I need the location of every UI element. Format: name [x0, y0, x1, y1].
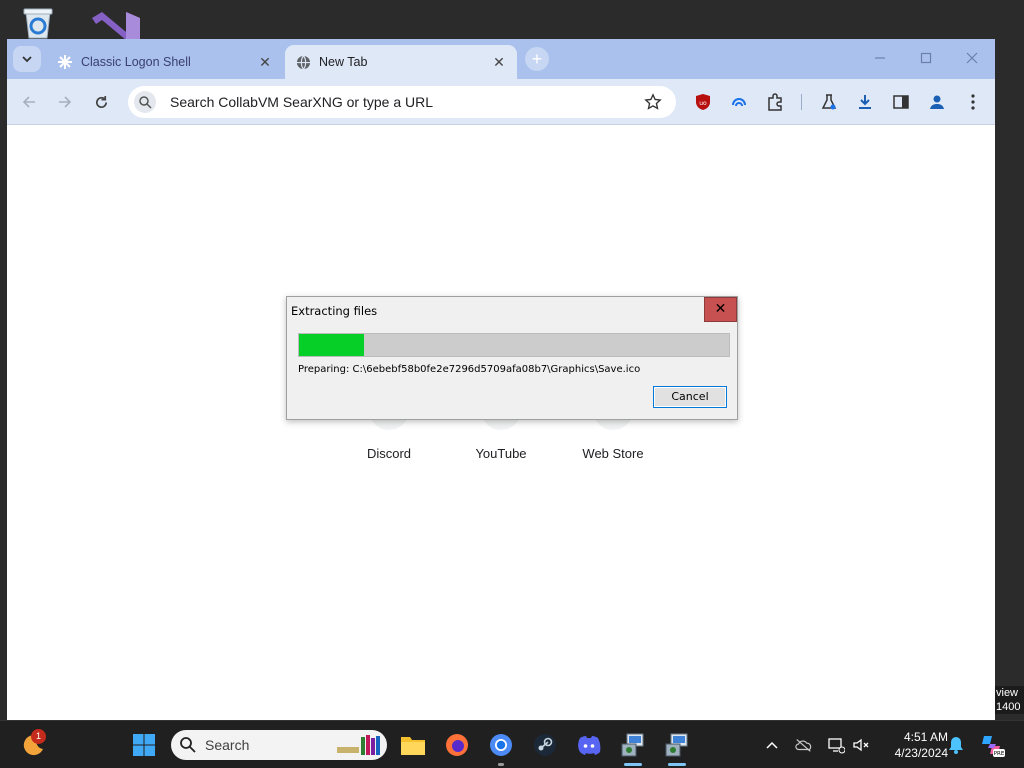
new-tab-button[interactable]: +	[525, 47, 549, 71]
firefox-icon	[446, 734, 468, 756]
visual-studio-icon[interactable]	[92, 6, 140, 40]
extracting-files-dialog: Extracting files ✕ Preparing: C:\6ebebf5…	[286, 296, 738, 420]
taskbar: 1 Search 4:51 AM 4/23/2024 PRE	[0, 720, 1024, 768]
close-tab-icon[interactable]: ✕	[257, 54, 273, 70]
spark-icon	[57, 54, 73, 70]
installer-icon	[621, 733, 644, 757]
side-panel-icon[interactable]	[891, 92, 911, 112]
chrome-icon	[490, 734, 512, 756]
clock-date: 4/23/2024	[894, 746, 948, 760]
tab-label: Classic Logon Shell	[81, 55, 191, 69]
fragment-line: 1400	[996, 701, 1021, 713]
browser-toolbar: Search CollabVM SearXNG or type a URL uo	[7, 79, 995, 125]
dialog-close-button[interactable]: ✕	[704, 297, 737, 322]
firefox-button[interactable]	[442, 730, 472, 760]
file-explorer-button[interactable]	[398, 730, 428, 760]
discord-icon	[578, 736, 601, 755]
arrow-left-icon	[22, 96, 35, 108]
fragment-line: view	[996, 687, 1019, 699]
maximize-button[interactable]	[911, 47, 941, 69]
dialog-title: Extracting files	[291, 304, 378, 318]
installer-icon	[665, 733, 688, 757]
copilot-pre-icon[interactable]: PRE	[979, 732, 1005, 758]
show-hidden-icons-chevron-icon[interactable]	[763, 736, 781, 754]
shortcut-label: Web Store	[582, 446, 644, 461]
tab-strip: Classic Logon Shell ✕ New Tab ✕ +	[7, 39, 995, 79]
address-bar[interactable]: Search CollabVM SearXNG or type a URL	[128, 86, 676, 118]
search-label: Search	[205, 737, 250, 753]
taskbar-search[interactable]: Search	[171, 730, 387, 760]
discord-button[interactable]	[574, 730, 604, 760]
downloads-icon[interactable]	[855, 92, 875, 112]
windows-logo-icon	[133, 734, 155, 756]
search-icon	[180, 737, 196, 753]
labs-flask-icon[interactable]	[819, 92, 839, 112]
clock-time: 4:51 AM	[903, 730, 948, 744]
close-window-button[interactable]	[957, 47, 987, 69]
extraction-status: Preparing: C:\6ebebf58b0fe2e7296d5709afa…	[298, 364, 641, 375]
toolbar-separator	[801, 94, 802, 110]
notifications-bell-icon[interactable]	[947, 736, 965, 754]
bookmark-star-icon[interactable]	[644, 93, 662, 111]
extraction-progress-bar	[298, 333, 730, 357]
reload-icon	[95, 95, 107, 108]
volume-muted-icon[interactable]	[852, 736, 870, 754]
maximize-icon	[920, 52, 932, 64]
recycle-bin-icon[interactable]	[20, 6, 56, 40]
close-tab-icon[interactable]: ✕	[491, 54, 507, 70]
cancel-button[interactable]: Cancel	[653, 386, 727, 408]
notification-badge: 1	[31, 729, 46, 744]
search-engine-icon	[134, 91, 156, 113]
reload-button[interactable]	[89, 90, 113, 114]
installer-app-button[interactable]	[618, 730, 648, 766]
progress-fill	[299, 334, 364, 356]
profile-icon[interactable]	[927, 92, 947, 112]
close-icon	[966, 52, 978, 64]
menu-kebab-icon[interactable]	[963, 92, 983, 112]
extensions-puzzle-icon[interactable]	[765, 92, 785, 112]
svg-text:PRE: PRE	[994, 751, 1005, 757]
shortcut-label: Discord	[366, 446, 412, 461]
tab-classic-logon-shell[interactable]: Classic Logon Shell ✕	[47, 45, 283, 79]
tab-search-button[interactable]	[13, 46, 41, 72]
chevron-down-icon	[22, 56, 32, 63]
installer-app-button-2[interactable]	[662, 730, 692, 766]
tab-new-tab[interactable]: New Tab ✕	[285, 45, 517, 79]
globe-icon	[295, 54, 311, 70]
address-placeholder: Search CollabVM SearXNG or type a URL	[170, 94, 433, 110]
arrow-right-icon	[59, 96, 72, 108]
background-window-fragment: view 1400	[995, 686, 1024, 714]
chrome-button[interactable]	[486, 730, 516, 766]
steam-icon	[534, 734, 556, 756]
tab-label: New Tab	[319, 55, 368, 69]
minimize-icon	[875, 57, 885, 59]
steam-button[interactable]	[530, 730, 560, 760]
ublock-origin-icon[interactable]: uo	[693, 92, 713, 112]
books-highlight-icon	[337, 735, 380, 755]
network-display-icon[interactable]	[827, 736, 845, 754]
folder-icon	[401, 737, 425, 755]
minimize-button[interactable]	[865, 47, 895, 69]
start-button[interactable]	[129, 730, 159, 760]
extension-cast-icon[interactable]	[729, 92, 749, 112]
svg-text:uo: uo	[699, 100, 707, 107]
shortcut-label: YouTube	[475, 446, 527, 461]
onedrive-offline-icon[interactable]	[795, 736, 813, 754]
system-clock[interactable]: 4:51 AM 4/23/2024	[880, 729, 948, 761]
forward-button[interactable]	[53, 90, 77, 114]
back-button[interactable]	[17, 90, 41, 114]
